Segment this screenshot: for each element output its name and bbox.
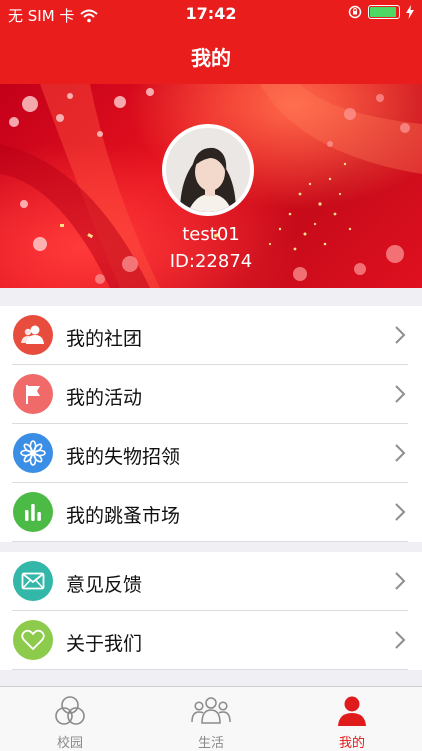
people-icon xyxy=(13,315,53,355)
chevron-right-icon xyxy=(395,444,406,462)
bars-icon xyxy=(13,492,53,532)
menu-item-lost-and-found[interactable]: 我的失物招领 xyxy=(0,424,422,483)
avatar[interactable] xyxy=(162,124,254,216)
chevron-right-icon xyxy=(395,503,406,521)
menu-label: 关于我们 xyxy=(66,633,143,655)
nav-bar: 我的 xyxy=(0,28,422,84)
mail-icon xyxy=(13,561,53,601)
battery-icon xyxy=(368,5,400,19)
tab-bar: 校园 生活 我的 xyxy=(0,686,422,751)
menu-item-feedback[interactable]: 意见反馈 xyxy=(0,552,422,611)
tab-life[interactable]: 生活 xyxy=(141,687,281,751)
menu-label: 意见反馈 xyxy=(66,574,143,596)
chevron-right-icon xyxy=(395,631,406,649)
rings-icon xyxy=(55,696,85,725)
status-bar: 无 SIM 卡 17:42 xyxy=(0,0,422,28)
status-right xyxy=(348,5,414,19)
tab-label: 我的 xyxy=(338,736,365,751)
menu-label: 我的活动 xyxy=(66,387,143,409)
menu-item-flea-market[interactable]: 我的跳蚤市场 xyxy=(0,483,422,542)
tab-label: 校园 xyxy=(56,736,83,751)
person-icon xyxy=(338,696,366,726)
chevron-right-icon xyxy=(395,385,406,403)
tab-campus[interactable]: 校园 xyxy=(0,687,140,751)
flower-icon xyxy=(13,433,53,473)
tab-label: 生活 xyxy=(197,736,224,751)
group-icon xyxy=(191,697,231,724)
menu-group-secondary: 意见反馈 关于我们 xyxy=(0,552,422,670)
menu-item-about-us[interactable]: 关于我们 xyxy=(0,611,422,670)
tab-mine[interactable]: 我的 xyxy=(282,687,422,751)
profile-banner: test01 ID:22874 xyxy=(0,84,422,288)
heart-icon xyxy=(13,620,53,660)
flag-icon xyxy=(13,374,53,414)
menu-item-my-clubs[interactable]: 我的社团 xyxy=(0,306,422,365)
menu-label: 我的跳蚤市场 xyxy=(66,505,181,527)
menu-label: 我的失物招领 xyxy=(66,446,181,468)
chevron-right-icon xyxy=(395,326,406,344)
avatar-photo xyxy=(166,128,250,212)
username: test01 xyxy=(182,224,240,245)
page-title: 我的 xyxy=(191,46,231,70)
menu-item-my-activities[interactable]: 我的活动 xyxy=(0,365,422,424)
menu-group-main: 我的社团 我的活动 我的失物招领 我的跳蚤市场 xyxy=(0,306,422,542)
orientation-lock-icon xyxy=(348,5,362,19)
user-id: ID:22874 xyxy=(169,251,253,272)
charging-icon xyxy=(406,5,414,19)
chevron-right-icon xyxy=(395,572,406,590)
menu-label: 我的社团 xyxy=(66,328,143,350)
